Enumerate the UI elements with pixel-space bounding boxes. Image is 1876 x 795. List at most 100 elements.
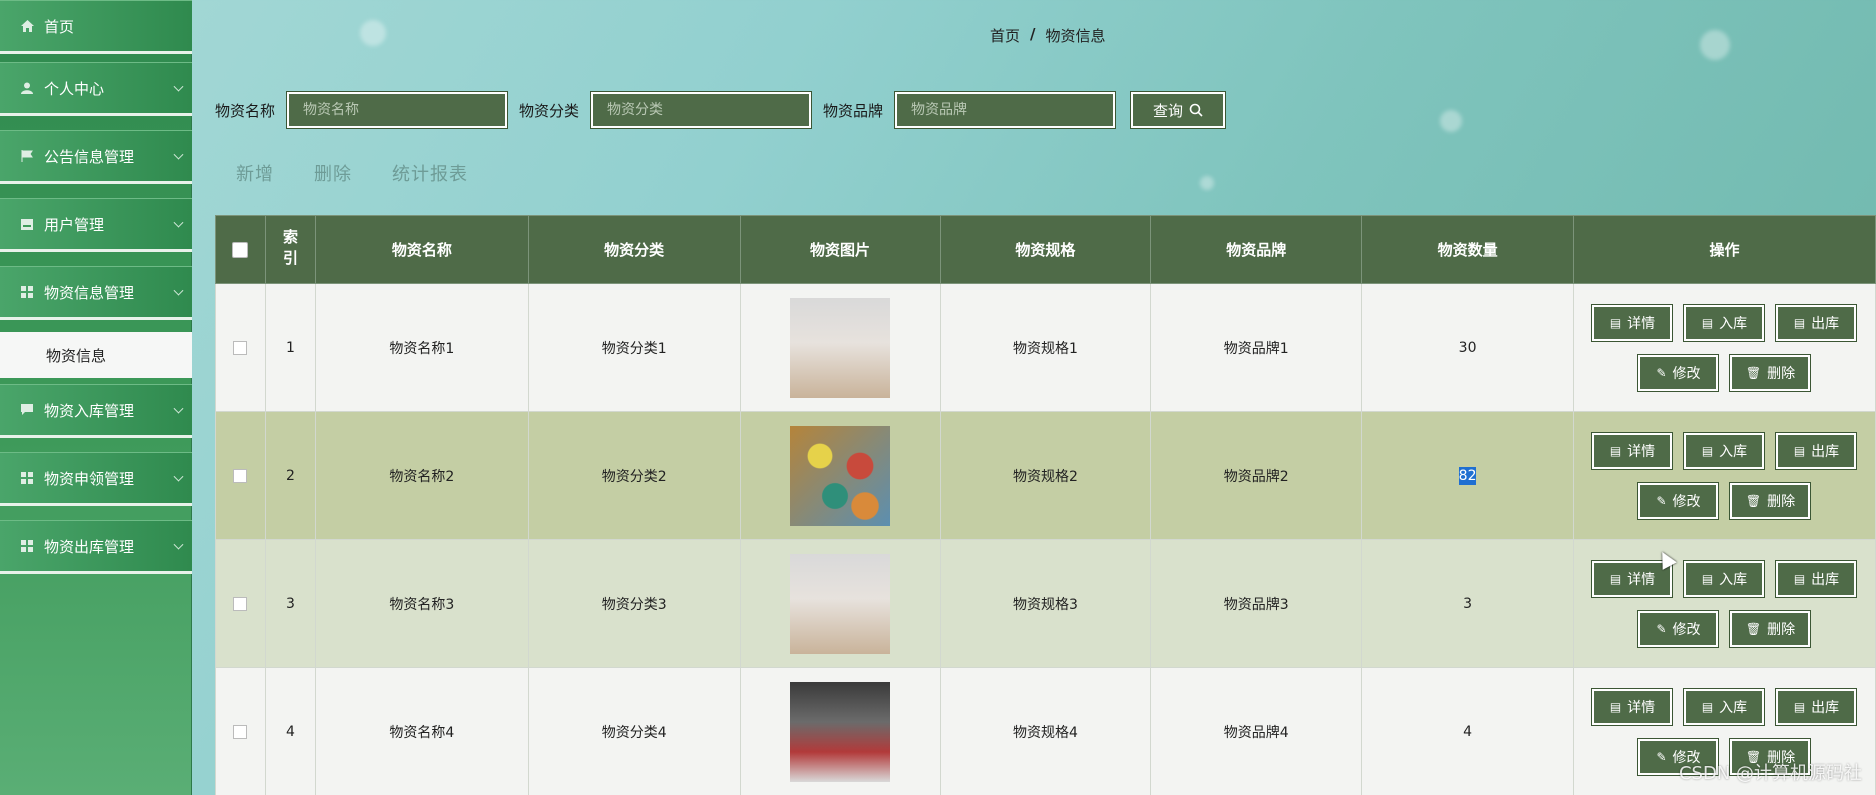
row-spec: 物资规格2	[939, 411, 1152, 540]
row-qty: 82	[1458, 466, 1477, 485]
chevron-down-icon	[173, 149, 184, 160]
row-checkbox[interactable]	[233, 724, 248, 739]
row-checkbox[interactable]	[233, 596, 248, 611]
menu-stock-out-label: 物资出库管理	[44, 537, 135, 556]
stock-out-label: 出库	[1811, 699, 1840, 716]
material-photo[interactable]	[790, 553, 891, 654]
trash-icon: 🗑	[1745, 493, 1762, 508]
chat-icon	[20, 403, 34, 417]
select-all-header	[215, 215, 266, 284]
stock-out-label: 出库	[1811, 571, 1840, 588]
query-button[interactable]: 查询	[1130, 91, 1227, 129]
breadcrumb: 首页 / 物资信息	[990, 25, 1106, 46]
chevron-down-icon	[173, 285, 184, 296]
document-icon: ▤	[1701, 443, 1714, 458]
edit-label: 修改	[1672, 365, 1701, 382]
row-brand: 物资品牌2	[1150, 411, 1363, 540]
delete-button[interactable]: 🗑 删除	[1729, 353, 1812, 392]
row-category: 物资分类3	[527, 539, 741, 668]
category-search-input[interactable]	[590, 91, 813, 129]
menu-home[interactable]: 首页	[0, 0, 192, 54]
edit-button[interactable]: ✎ 修改	[1637, 609, 1720, 648]
stock-in-button[interactable]: ▤ 入库	[1683, 559, 1766, 598]
select-all-checkbox[interactable]	[232, 242, 249, 258]
delete-button[interactable]: 🗑 删除	[1729, 481, 1812, 520]
row-checkbox[interactable]	[233, 340, 248, 355]
header-brand: 物资品牌	[1150, 215, 1363, 284]
report-button[interactable]: 统计报表	[392, 160, 468, 186]
search-bar: 物资名称 物资分类 物资品牌 查询	[215, 91, 1227, 129]
edit-label: 修改	[1672, 493, 1701, 510]
row-checkbox[interactable]	[233, 468, 248, 483]
user-icon	[20, 81, 34, 95]
stock-in-button[interactable]: ▤ 入库	[1683, 687, 1766, 726]
material-photo[interactable]	[790, 297, 891, 398]
edit-label: 修改	[1672, 621, 1701, 638]
row-actions: ▤ 详情 ▤ 入库 ▤ 出库 ✎ 修改 🗑 删除	[1574, 303, 1875, 392]
header-qty: 物资数量	[1361, 215, 1574, 284]
home-icon	[20, 19, 34, 33]
document-icon: ▤	[1793, 315, 1806, 330]
edit-button[interactable]: ✎ 修改	[1637, 353, 1720, 392]
edit-icon: ✎	[1656, 365, 1667, 380]
edit-button[interactable]: ✎ 修改	[1637, 481, 1720, 520]
document-icon: ▤	[1793, 571, 1806, 586]
menu-personal-center[interactable]: 个人中心	[0, 62, 192, 116]
row-brand: 物资品牌4	[1150, 667, 1363, 795]
detail-label: 详情	[1627, 571, 1656, 588]
stock-in-button[interactable]: ▤ 入库	[1683, 303, 1766, 342]
row-name: 物资名称4	[314, 667, 529, 795]
batch-delete-button[interactable]: 删除	[314, 160, 352, 186]
stock-out-button[interactable]: ▤ 出库	[1775, 303, 1858, 342]
stock-in-button[interactable]: ▤ 入库	[1683, 431, 1766, 470]
document-icon: ▤	[1701, 699, 1714, 714]
header-image: 物资图片	[739, 215, 941, 284]
row-category: 物资分类4	[527, 667, 741, 795]
material-photo[interactable]	[790, 425, 891, 526]
detail-button[interactable]: ▤ 详情	[1591, 303, 1674, 342]
detail-label: 详情	[1627, 699, 1656, 716]
stock-out-label: 出库	[1811, 315, 1840, 332]
delete-label: 删除	[1767, 365, 1796, 382]
menu-stock-in[interactable]: 物资入库管理	[0, 384, 192, 438]
detail-button[interactable]: ▤ 详情	[1591, 431, 1674, 470]
row-qty: 4	[1463, 723, 1473, 740]
chevron-down-icon	[173, 217, 184, 228]
chevron-down-icon	[173, 81, 184, 92]
menu-apply-label: 物资申领管理	[44, 469, 135, 488]
breadcrumb-home[interactable]: 首页	[990, 25, 1020, 46]
row-brand: 物资品牌3	[1150, 539, 1363, 668]
menu-notice-label: 公告信息管理	[44, 147, 135, 166]
row-qty: 3	[1463, 595, 1473, 612]
row-spec: 物资规格4	[939, 667, 1152, 795]
grid-icon	[20, 471, 34, 485]
add-button[interactable]: 新增	[236, 160, 274, 186]
menu-user[interactable]: 用户管理	[0, 198, 192, 252]
stock-out-button[interactable]: ▤ 出库	[1775, 431, 1858, 470]
category-label: 物资分类	[519, 101, 580, 120]
stock-in-label: 入库	[1719, 571, 1748, 588]
row-index: 2	[264, 411, 316, 540]
menu-stock-out[interactable]: 物资出库管理	[0, 520, 192, 574]
menu-apply[interactable]: 物资申领管理	[0, 452, 192, 506]
document-icon: ▤	[1701, 315, 1714, 330]
edit-icon: ✎	[1656, 493, 1667, 508]
stock-in-label: 入库	[1719, 315, 1748, 332]
grid-icon	[20, 539, 34, 553]
row-qty: 30	[1458, 339, 1477, 356]
submenu-material-info[interactable]: 物资信息	[0, 332, 192, 378]
menu-material-info[interactable]: 物资信息管理	[0, 266, 192, 320]
stock-out-button[interactable]: ▤ 出库	[1775, 559, 1858, 598]
name-search-input[interactable]	[286, 91, 509, 129]
detail-button[interactable]: ▤ 详情	[1591, 687, 1674, 726]
menu-notice[interactable]: 公告信息管理	[0, 130, 192, 184]
delete-button[interactable]: 🗑 删除	[1729, 609, 1812, 648]
document-icon: ▤	[1793, 443, 1806, 458]
stock-out-button[interactable]: ▤ 出库	[1775, 687, 1858, 726]
query-button-label: 查询	[1153, 101, 1184, 120]
row-actions: ▤ 详情 ▤ 入库 ▤ 出库 ✎ 修改 🗑 删除	[1574, 431, 1875, 520]
trash-icon: 🗑	[1745, 621, 1762, 636]
menu-personal-center-label: 个人中心	[44, 79, 105, 98]
brand-search-input[interactable]	[894, 91, 1117, 129]
material-photo[interactable]	[790, 681, 891, 782]
